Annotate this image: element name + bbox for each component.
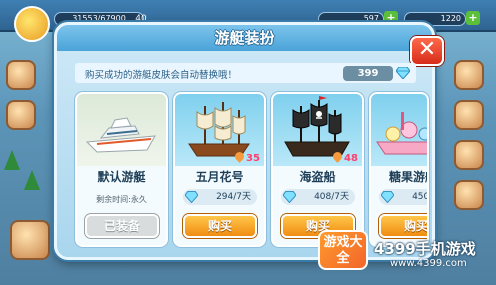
level-requirement: 35 bbox=[233, 150, 260, 164]
item-name: 海盗船 bbox=[299, 170, 336, 184]
side-menu-icon-3[interactable] bbox=[454, 60, 484, 90]
buy-button[interactable]: 购买 bbox=[183, 214, 257, 238]
ship-image bbox=[371, 94, 427, 166]
buy-button[interactable]: 购买 bbox=[379, 214, 427, 238]
watermark-url: www.4399.com bbox=[390, 258, 467, 269]
item-name: 糖果游艇 bbox=[389, 170, 427, 184]
side-menu-icon-5[interactable] bbox=[454, 140, 484, 170]
price-tag: 408/7天 bbox=[281, 189, 355, 205]
add-gems-button[interactable]: + bbox=[466, 11, 480, 25]
info-text: 购买成功的游艇皮肤会自动替换哦！ bbox=[85, 70, 238, 81]
side-menu-icon-6[interactable] bbox=[454, 180, 484, 210]
yacht-image bbox=[77, 94, 166, 166]
dialog-title: 游艇装扮 bbox=[214, 29, 275, 47]
flame-icon bbox=[233, 150, 246, 163]
price-tag: 294/7天 bbox=[183, 189, 257, 205]
item-card-default-yacht[interactable]: 默认游艇 剩余时间:永久 已装备 bbox=[75, 92, 168, 247]
diamond-icon bbox=[283, 191, 296, 203]
diamond-icon bbox=[185, 191, 198, 203]
tree-decoration bbox=[4, 150, 20, 170]
close-button[interactable]: ✕ bbox=[410, 36, 444, 66]
gem-balance: 399 bbox=[343, 66, 393, 81]
item-card-candy-yacht[interactable]: 糖果游艇 450/7天 购买 bbox=[369, 92, 429, 247]
item-name: 五月花号 bbox=[195, 170, 244, 184]
item-card-mayflower[interactable]: 35 五月花号 294/7天 购买 bbox=[173, 92, 266, 247]
flame-icon bbox=[331, 150, 344, 163]
side-menu-icon-2[interactable] bbox=[6, 100, 36, 130]
remaining-time: 剩余时间:永久 bbox=[96, 195, 147, 204]
watermark-badge-text: 游戏大全 bbox=[323, 235, 363, 266]
price-tag: 450/7天 bbox=[379, 189, 427, 205]
level-requirement: 48 bbox=[331, 150, 358, 164]
candy-boat-icon bbox=[376, 112, 427, 155]
player-avatar[interactable] bbox=[14, 6, 50, 42]
tree-decoration bbox=[24, 170, 40, 190]
watermark-site-name: 4399手机游戏 bbox=[374, 240, 476, 258]
cart-icon[interactable] bbox=[10, 220, 50, 260]
item-name: 默认游艇 bbox=[97, 170, 146, 184]
watermark-logo: 游戏大全 bbox=[318, 230, 368, 270]
diamond-icon bbox=[381, 191, 394, 203]
item-card-pirate-ship[interactable]: 48 海盗船 408/7天 购买 bbox=[271, 92, 364, 247]
diamond-icon bbox=[396, 67, 410, 79]
side-menu-icon-1[interactable] bbox=[6, 60, 36, 90]
yacht-icon bbox=[85, 117, 156, 153]
equipped-button: 已装备 bbox=[85, 214, 159, 238]
side-menu-icon-4[interactable] bbox=[454, 100, 484, 130]
